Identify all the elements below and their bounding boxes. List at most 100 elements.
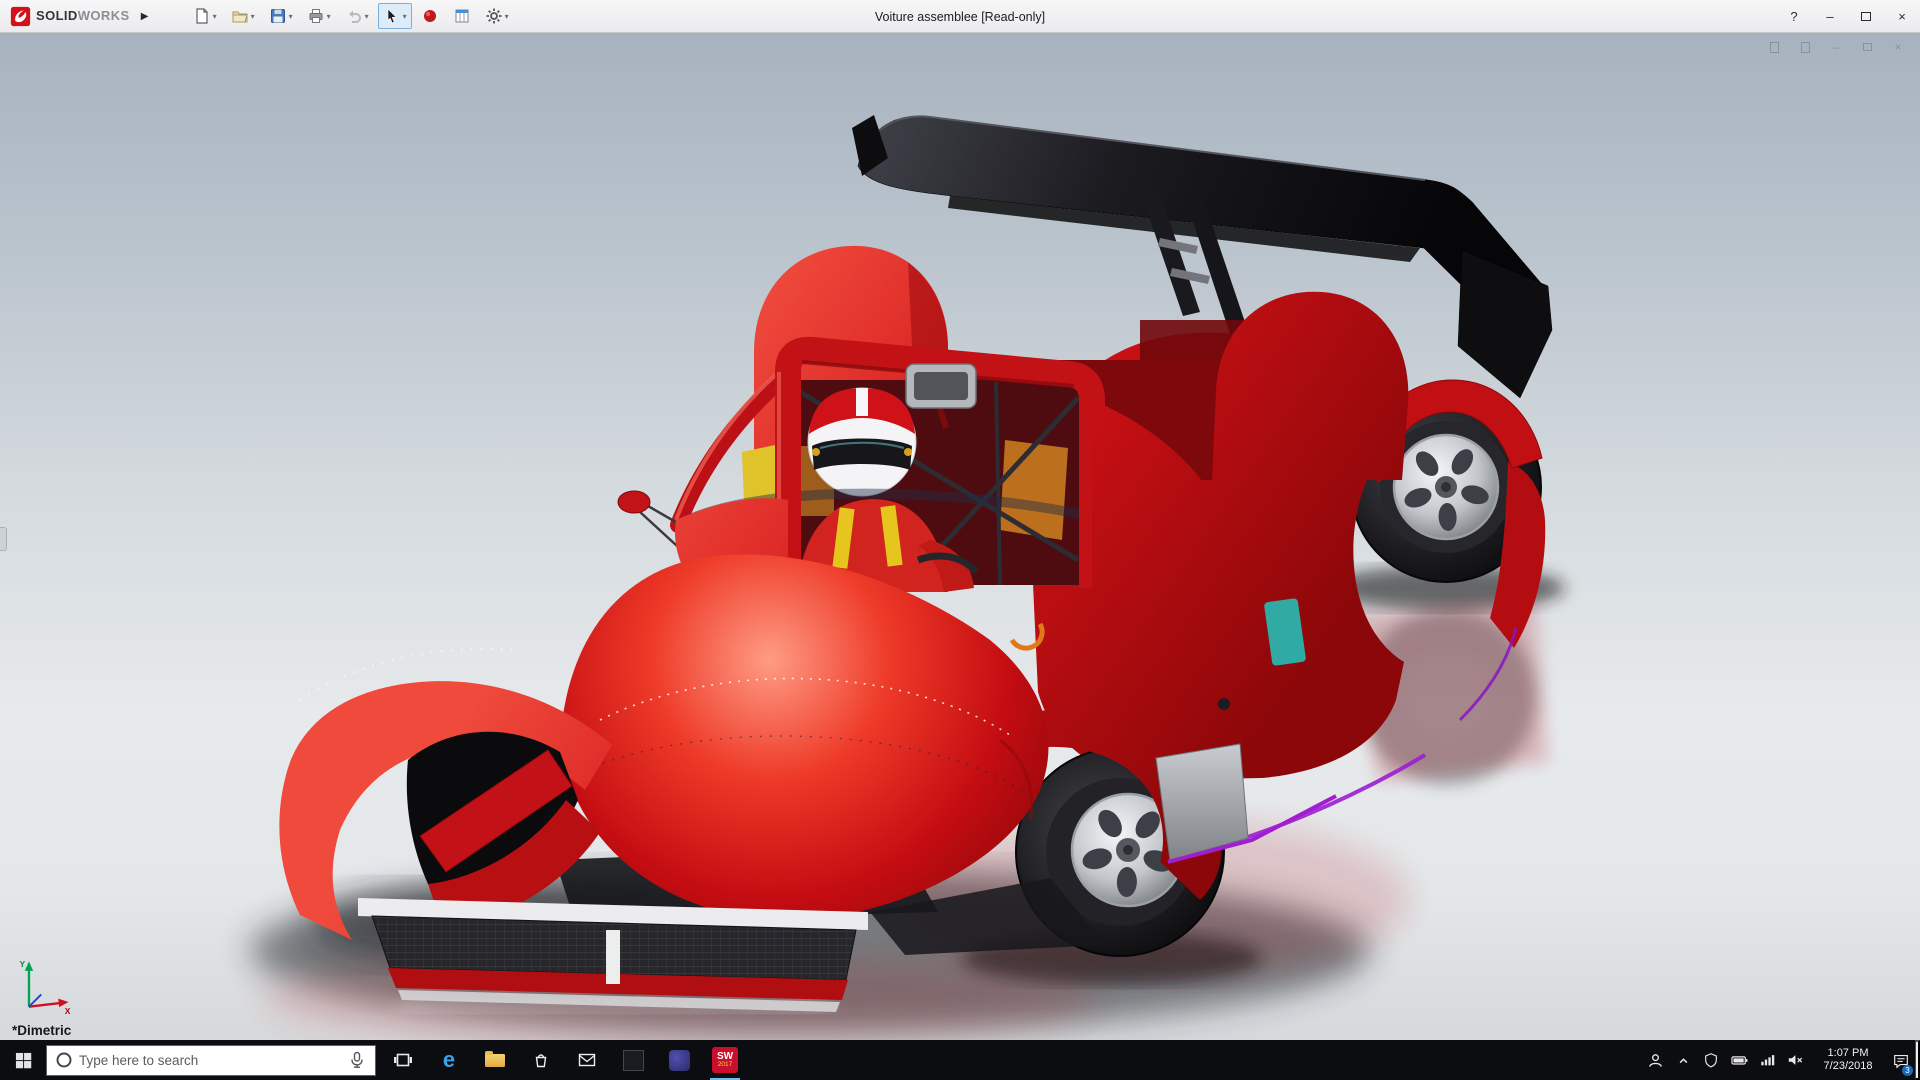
options-button[interactable]: ▾ <box>480 3 514 29</box>
undo-button[interactable]: ▾ <box>340 3 374 29</box>
appearance-sphere-icon <box>423 10 436 22</box>
network-tray-button[interactable] <box>1753 1040 1781 1080</box>
windows-logo-icon <box>15 1052 31 1068</box>
show-desktop-button[interactable] <box>1915 1040 1920 1080</box>
graphics-area[interactable]: – × Y X *Dimetric <box>0 33 1920 1040</box>
chevron-up-icon <box>1679 1057 1687 1063</box>
blue-app-icon <box>668 1049 690 1071</box>
select-cursor-icon <box>387 8 397 24</box>
document-window-controls: – × <box>1766 39 1906 55</box>
store-bag-icon <box>535 1054 547 1068</box>
volume-muted-icon <box>1788 1055 1803 1065</box>
clock-time: 1:07 PM <box>1827 1047 1869 1059</box>
save-icon <box>270 9 285 23</box>
app-button-dark[interactable] <box>610 1040 656 1080</box>
new-document-icon <box>195 8 208 24</box>
taskbar-clock[interactable]: 1:07 PM 7/23/2018 <box>1809 1047 1887 1073</box>
network-icon <box>1760 1055 1774 1066</box>
panel-edge-handle[interactable] <box>0 527 7 551</box>
battery-tray-button[interactable] <box>1725 1040 1753 1080</box>
store-button[interactable] <box>518 1040 564 1080</box>
window-title: Voiture assemblee [Read-only] <box>874 9 1046 24</box>
help-button[interactable]: ? <box>1776 0 1812 33</box>
maximize-icon <box>1861 12 1871 21</box>
new-document-button[interactable]: ▾ <box>188 3 222 29</box>
battery-icon <box>1730 1056 1747 1065</box>
edge-browser-button[interactable]: e <box>426 1040 472 1080</box>
sw-icon-year: 2017 <box>717 1060 733 1068</box>
search-input[interactable] <box>79 1052 341 1068</box>
microphone-icon[interactable] <box>347 1050 367 1070</box>
mail-button[interactable] <box>564 1040 610 1080</box>
design-library-button[interactable] <box>448 3 476 29</box>
doc-restore-button[interactable] <box>1859 39 1875 55</box>
app-titlebar: SOLIDWORKS ▶ ▾ ▾ ▾ ▾ ▾ ▾ ▾ Voiture assem… <box>0 0 1920 33</box>
dark-app-icon <box>622 1049 644 1071</box>
caret-icon: ▾ <box>402 11 407 21</box>
open-button[interactable]: ▾ <box>226 3 260 29</box>
brand-text-solid: SOLID <box>36 8 78 23</box>
open-folder-icon <box>232 11 248 23</box>
gear-icon <box>486 8 502 24</box>
triad-x-label: X <box>65 1006 71 1016</box>
close-button[interactable]: × <box>1884 0 1920 33</box>
mail-icon <box>578 1053 596 1067</box>
minimize-button[interactable]: – <box>1812 0 1848 33</box>
file-explorer-button[interactable] <box>472 1040 518 1080</box>
caret-icon: ▾ <box>364 11 369 21</box>
edge-icon: e <box>442 1047 456 1072</box>
solidworks-logo: SOLIDWORKS <box>0 6 136 27</box>
window-controls: ? – × <box>1776 0 1920 33</box>
security-tray-button[interactable] <box>1697 1040 1725 1080</box>
quick-toolbar: ▾ ▾ ▾ ▾ ▾ ▾ ▾ <box>188 3 514 29</box>
solidworks-logo-icon <box>10 6 31 26</box>
select-tool-button[interactable]: ▾ <box>377 3 412 29</box>
shield-icon <box>1705 1053 1717 1068</box>
menu-expand-button[interactable]: ▶ <box>136 5 154 27</box>
caret-icon: ▾ <box>212 11 217 21</box>
sheet-icon <box>1800 41 1810 53</box>
task-view-button[interactable] <box>380 1040 426 1080</box>
solidworks-taskbar-button[interactable]: SW 2017 <box>702 1040 748 1080</box>
volume-tray-button[interactable] <box>1781 1040 1809 1080</box>
solidworks-window: SOLIDWORKS ▶ ▾ ▾ ▾ ▾ ▾ ▾ ▾ Voiture assem… <box>0 0 1920 1080</box>
print-icon <box>309 9 323 23</box>
doc-close-button[interactable]: × <box>1890 39 1906 55</box>
brand-text-works: WORKS <box>77 8 130 23</box>
windows-taskbar: e SW 2017 <box>0 1040 1920 1080</box>
notification-badge: 3 <box>1902 1065 1913 1076</box>
solidworks-app-icon: SW 2017 <box>712 1047 738 1073</box>
action-center-button[interactable]: 3 <box>1887 1040 1915 1080</box>
undo-icon <box>348 10 361 23</box>
system-tray: 1:07 PM 7/23/2018 3 <box>1641 1040 1920 1080</box>
task-view-icon <box>394 1053 412 1067</box>
appearance-button[interactable] <box>416 3 444 29</box>
doc-window-button-1[interactable] <box>1766 39 1782 55</box>
driver-helmet <box>807 387 917 497</box>
sheet-icon <box>1769 41 1779 53</box>
caret-icon: ▾ <box>504 11 509 21</box>
clock-date: 7/23/2018 <box>1823 1060 1873 1072</box>
maximize-button[interactable] <box>1848 0 1884 33</box>
caret-icon: ▾ <box>326 11 331 21</box>
cortana-icon <box>56 1052 72 1068</box>
taskbar-search[interactable] <box>46 1044 376 1076</box>
restore-icon <box>1862 43 1872 51</box>
file-explorer-icon <box>485 1050 505 1067</box>
people-icon <box>1648 1053 1662 1067</box>
save-button[interactable]: ▾ <box>264 3 298 29</box>
app-button-blue[interactable] <box>656 1040 702 1080</box>
print-button[interactable]: ▾ <box>302 3 336 29</box>
triad-y-label: Y <box>20 959 26 969</box>
caret-icon: ▾ <box>250 11 255 21</box>
doc-minimize-button[interactable]: – <box>1828 39 1844 55</box>
view-orientation-label: *Dimetric <box>12 1023 72 1038</box>
orientation-triad: Y X <box>20 959 71 1016</box>
show-hidden-icons-button[interactable] <box>1669 1040 1697 1080</box>
caret-icon: ▾ <box>288 11 293 21</box>
design-library-icon <box>455 9 469 23</box>
doc-window-button-2[interactable] <box>1797 39 1813 55</box>
start-button[interactable] <box>0 1040 46 1080</box>
model-scene <box>0 33 1920 1040</box>
people-button[interactable] <box>1641 1040 1669 1080</box>
